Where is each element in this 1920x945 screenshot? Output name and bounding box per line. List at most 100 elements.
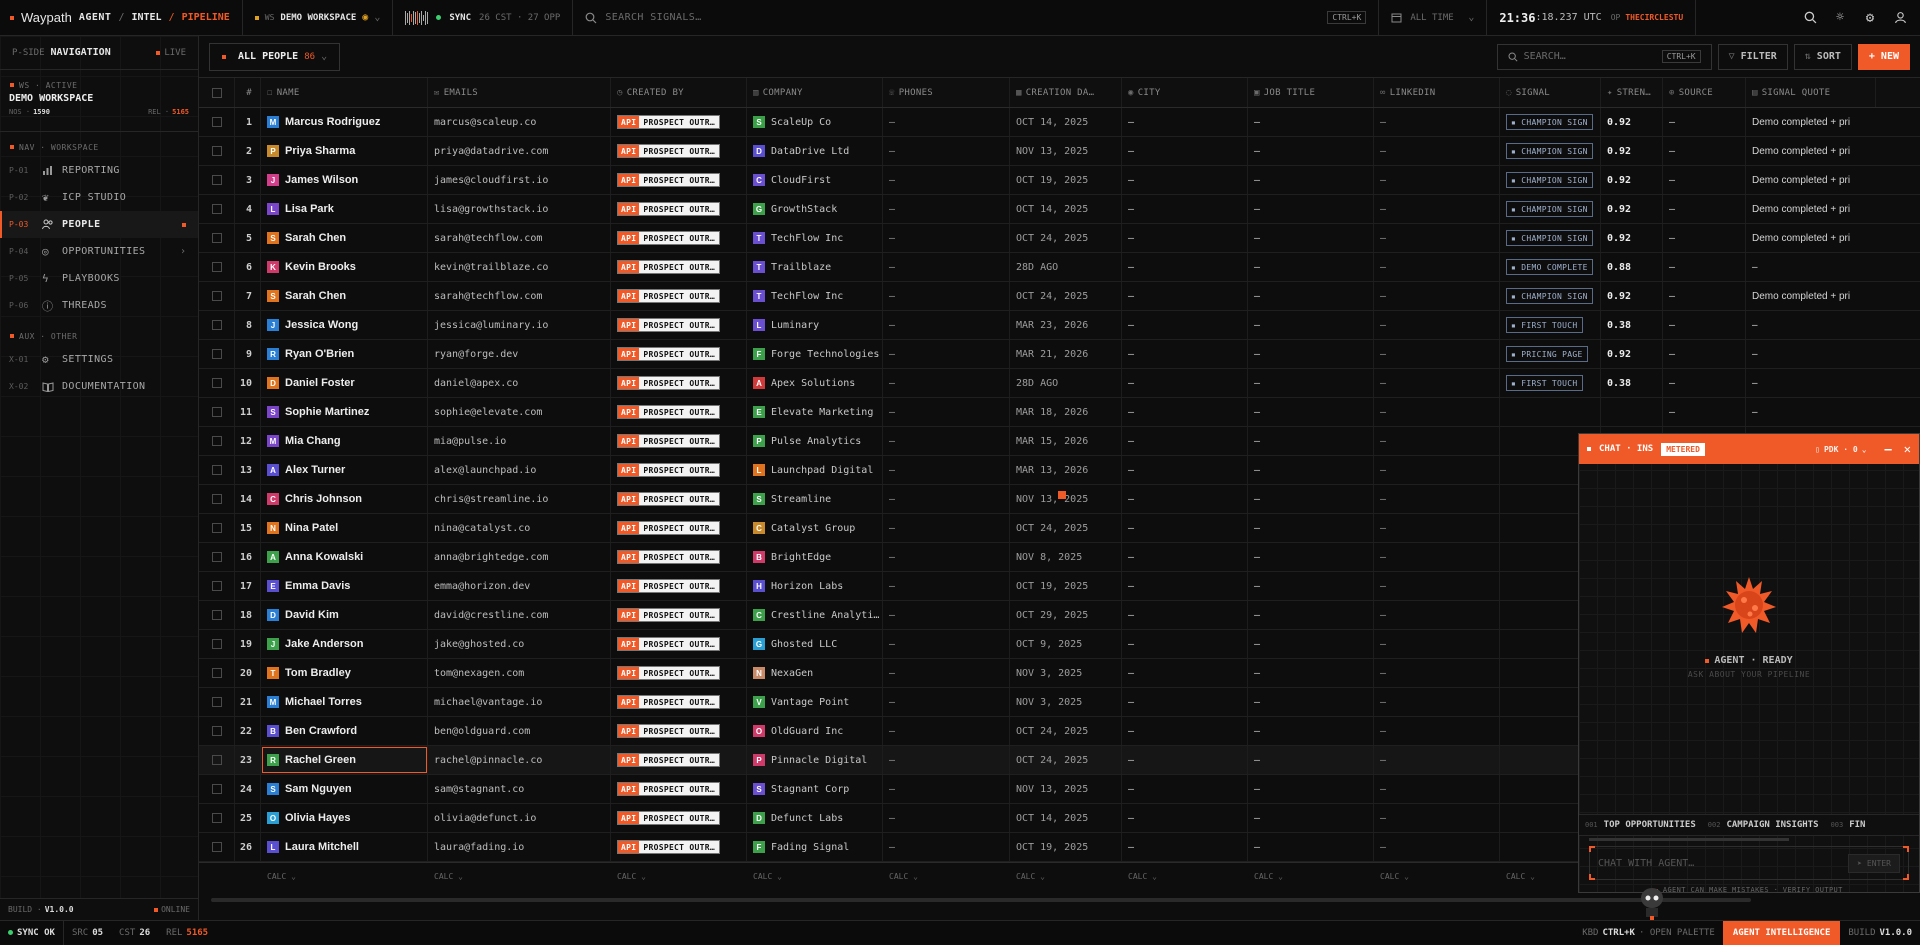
email-cell[interactable]: rachel@pinnacle.co: [428, 746, 611, 774]
phones-cell[interactable]: –: [883, 775, 1010, 803]
linkedin-cell[interactable]: –: [1374, 833, 1500, 861]
job-title-cell[interactable]: –: [1248, 601, 1374, 629]
signal-cell[interactable]: ▪ CHAMPION SIGN: [1500, 224, 1601, 252]
person-name-cell[interactable]: D Daniel Foster: [261, 369, 428, 397]
created-by-cell[interactable]: API PROSPECT OUTR…: [611, 485, 747, 513]
signal-quote-cell[interactable]: Demo completed + pri: [1746, 224, 1876, 252]
row-checkbox[interactable]: [211, 407, 222, 417]
linkedin-cell[interactable]: –: [1374, 485, 1500, 513]
created-by-cell[interactable]: API PROSPECT OUTR…: [611, 717, 747, 745]
linkedin-cell[interactable]: –: [1374, 340, 1500, 368]
row-select-cell[interactable]: [199, 340, 235, 368]
job-title-cell[interactable]: –: [1248, 224, 1374, 252]
source-cell[interactable]: –: [1663, 166, 1746, 194]
row-checkbox[interactable]: [211, 291, 222, 301]
company-cell[interactable]: C CloudFirst: [747, 166, 883, 194]
calc-cell[interactable]: CALC ⌄: [1248, 863, 1374, 890]
strength-cell[interactable]: 0.92: [1601, 137, 1663, 165]
job-title-cell[interactable]: –: [1248, 717, 1374, 745]
calc-dropdown[interactable]: CALC ⌄: [753, 872, 782, 881]
select-all-checkbox[interactable]: [211, 87, 222, 98]
source-cell[interactable]: –: [1663, 137, 1746, 165]
pdk-selector[interactable]: ▯ PDK · 0 ⌄: [1815, 445, 1866, 454]
created-by-cell[interactable]: API PROSPECT OUTR…: [611, 311, 747, 339]
column-header-city[interactable]: ◉ CITY: [1122, 78, 1248, 107]
company-cell[interactable]: P Pulse Analytics: [747, 427, 883, 455]
creation-date-cell[interactable]: MAR 21, 2026: [1010, 340, 1122, 368]
signal-cell[interactable]: ▪ CHAMPION SIGN: [1500, 108, 1601, 136]
calc-cell[interactable]: CALC ⌄: [261, 863, 428, 890]
creation-date-cell[interactable]: OCT 24, 2025: [1010, 224, 1122, 252]
signal-quote-cell[interactable]: Demo completed + pri: [1746, 282, 1876, 310]
tabs-scrollbar[interactable]: [1589, 838, 1789, 841]
source-cell[interactable]: –: [1663, 108, 1746, 136]
linkedin-cell[interactable]: –: [1374, 369, 1500, 397]
table-row[interactable]: 2 P Priya Sharma priya@datadrive.com API PROS…: [199, 137, 1920, 166]
linkedin-cell[interactable]: –: [1374, 282, 1500, 310]
calc-cell[interactable]: CALC ⌄: [1374, 863, 1500, 890]
created-by-cell[interactable]: API PROSPECT OUTR…: [611, 282, 747, 310]
linkedin-cell[interactable]: –: [1374, 514, 1500, 542]
row-select-cell[interactable]: [199, 369, 235, 397]
row-checkbox[interactable]: [211, 610, 222, 620]
creation-date-cell[interactable]: OCT 14, 2025: [1010, 195, 1122, 223]
person-name-cell[interactable]: E Emma Davis: [261, 572, 428, 600]
created-by-cell[interactable]: API PROSPECT OUTR…: [611, 659, 747, 687]
new-record-button[interactable]: + NEW: [1857, 43, 1910, 70]
signal-quote-cell[interactable]: Demo completed + pri: [1746, 137, 1876, 165]
row-select-cell[interactable]: [199, 166, 235, 194]
row-select-cell[interactable]: [199, 398, 235, 426]
theme-sun-icon[interactable]: ☼: [1826, 4, 1854, 32]
phones-cell[interactable]: –: [883, 108, 1010, 136]
row-select-cell[interactable]: [199, 746, 235, 774]
created-by-cell[interactable]: API PROSPECT OUTR…: [611, 456, 747, 484]
creation-date-cell[interactable]: 28D AGO: [1010, 253, 1122, 281]
phones-cell[interactable]: –: [883, 427, 1010, 455]
creation-date-cell[interactable]: MAR 15, 2026: [1010, 427, 1122, 455]
sidebar-item-playbooks[interactable]: P-05 ϟ PLAYBOOKS: [0, 265, 198, 292]
row-select-cell[interactable]: [199, 224, 235, 252]
job-title-cell[interactable]: –: [1248, 572, 1374, 600]
job-title-cell[interactable]: –: [1248, 340, 1374, 368]
row-select-cell[interactable]: [199, 659, 235, 687]
sort-button[interactable]: ⇅ SORT: [1793, 43, 1852, 70]
person-name-cell[interactable]: D David Kim: [261, 601, 428, 629]
phones-cell[interactable]: –: [883, 224, 1010, 252]
calc-dropdown[interactable]: CALC ⌄: [1128, 872, 1157, 881]
row-checkbox[interactable]: [211, 784, 222, 794]
row-select-cell[interactable]: [199, 108, 235, 136]
creation-date-cell[interactable]: OCT 24, 2025: [1010, 717, 1122, 745]
crumb-intel[interactable]: INTEL: [131, 12, 161, 23]
row-checkbox[interactable]: [211, 117, 222, 127]
signal-cell[interactable]: [1500, 398, 1601, 426]
company-cell[interactable]: O OldGuard Inc: [747, 717, 883, 745]
suggestion-campaign-insights[interactable]: CAMPAIGN INSIGHTS: [1726, 820, 1818, 830]
city-cell[interactable]: –: [1122, 108, 1248, 136]
column-header-select-all[interactable]: [199, 78, 235, 107]
row-checkbox[interactable]: [211, 842, 222, 852]
city-cell[interactable]: –: [1122, 601, 1248, 629]
strength-cell[interactable]: 0.38: [1601, 369, 1663, 397]
row-select-cell[interactable]: [199, 514, 235, 542]
linkedin-cell[interactable]: –: [1374, 543, 1500, 571]
sidebar-item-settings[interactable]: X-01 ⚙ SETTINGS: [0, 346, 198, 373]
person-name-cell[interactable]: A Anna Kowalski: [261, 543, 428, 571]
created-by-cell[interactable]: API PROSPECT OUTR…: [611, 746, 747, 774]
signal-cell[interactable]: ▪ CHAMPION SIGN: [1500, 137, 1601, 165]
job-title-cell[interactable]: –: [1248, 427, 1374, 455]
company-cell[interactable]: E Elevate Marketing: [747, 398, 883, 426]
source-cell[interactable]: –: [1663, 340, 1746, 368]
strength-cell[interactable]: 0.88: [1601, 253, 1663, 281]
company-cell[interactable]: G GrowthStack: [747, 195, 883, 223]
city-cell[interactable]: –: [1122, 543, 1248, 571]
row-select-cell[interactable]: [199, 137, 235, 165]
table-row[interactable]: 5 S Sarah Chen sarah@techflow.com API PROSPEC…: [199, 224, 1920, 253]
calc-dropdown[interactable]: CALC ⌄: [1380, 872, 1409, 881]
company-cell[interactable]: A Apex Solutions: [747, 369, 883, 397]
row-select-cell[interactable]: [199, 775, 235, 803]
table-row[interactable]: 10 D Daniel Foster daniel@apex.co API PROSPEC…: [199, 369, 1920, 398]
email-cell[interactable]: james@cloudfirst.io: [428, 166, 611, 194]
linkedin-cell[interactable]: –: [1374, 224, 1500, 252]
signal-quote-cell[interactable]: Demo completed + pri: [1746, 166, 1876, 194]
linkedin-cell[interactable]: –: [1374, 688, 1500, 716]
